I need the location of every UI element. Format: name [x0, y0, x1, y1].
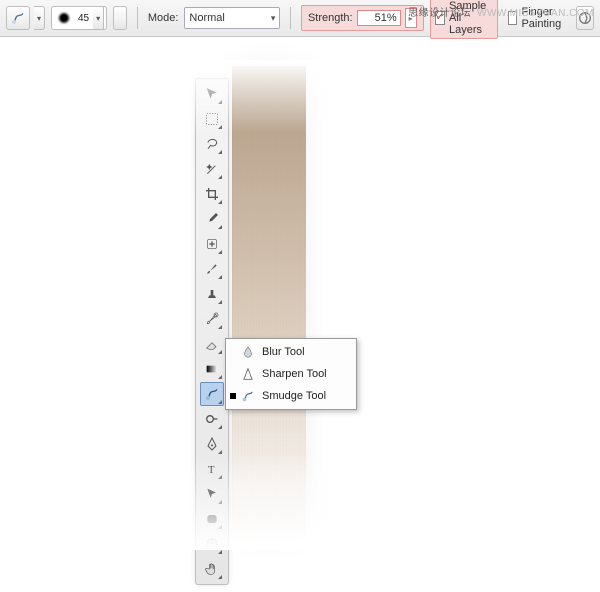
flyout-item-sharpen[interactable]: Sharpen Tool — [226, 363, 356, 385]
blur-icon — [240, 344, 256, 360]
current-tool-smudge-icon[interactable] — [6, 6, 30, 30]
lasso-tool[interactable] — [200, 132, 224, 156]
marquee-tool[interactable] — [200, 107, 224, 131]
mode-select[interactable]: Normal ▾ — [184, 7, 280, 29]
mode-value: Normal — [189, 12, 224, 24]
pen-tool[interactable] — [200, 432, 224, 456]
brush-tip-preview-icon — [54, 8, 74, 28]
type-tool[interactable]: T — [200, 457, 224, 481]
gradient-tool[interactable] — [200, 357, 224, 381]
mode-label: Mode: — [148, 12, 179, 24]
canvas-preview — [232, 66, 306, 536]
hand-tool[interactable] — [200, 557, 224, 581]
brush-size-value: 45 — [74, 13, 93, 24]
healing-brush-tool[interactable] — [200, 232, 224, 256]
svg-text:T: T — [208, 465, 215, 476]
divider — [290, 7, 291, 29]
smudge-icon — [240, 388, 256, 404]
move-tool[interactable] — [200, 82, 224, 106]
crop-tool[interactable] — [200, 182, 224, 206]
smudge-tool[interactable] — [200, 382, 224, 406]
sharpen-icon — [240, 366, 256, 382]
tools-panel: T — [195, 78, 229, 585]
tool-preset-dropdown[interactable]: ▾ — [34, 6, 45, 30]
flyout-label: Blur Tool — [262, 346, 305, 358]
eraser-tool[interactable] — [200, 332, 224, 356]
clone-stamp-tool[interactable] — [200, 282, 224, 306]
flyout-item-blur[interactable]: Blur Tool — [226, 341, 356, 363]
chevron-down-icon: ▾ — [271, 13, 276, 24]
smudge-tool-flyout: Blur Tool Sharpen Tool Smudge Tool — [225, 338, 357, 410]
flyout-label: Smudge Tool — [262, 390, 326, 402]
brush-panel-button[interactable] — [113, 6, 127, 30]
selected-marker — [230, 393, 236, 399]
brush-preset-picker[interactable]: 45 ▾ — [51, 6, 107, 30]
brush-dropdown[interactable]: ▾ — [93, 6, 104, 30]
3d-tool[interactable] — [200, 532, 224, 556]
history-brush-tool[interactable] — [200, 307, 224, 331]
strength-input[interactable] — [357, 10, 401, 26]
strength-label: Strength: — [308, 12, 353, 24]
dodge-tool[interactable] — [200, 407, 224, 431]
shape-tool[interactable] — [200, 507, 224, 531]
path-selection-tool[interactable] — [200, 482, 224, 506]
watermark-text: 思缘设计论坛WWW.MISSYUAN.COM — [408, 4, 594, 19]
eyedropper-tool[interactable] — [200, 207, 224, 231]
brush-tool[interactable] — [200, 257, 224, 281]
magic-wand-tool[interactable] — [200, 157, 224, 181]
strength-group: Strength: ▸ — [301, 5, 424, 31]
flyout-item-smudge[interactable]: Smudge Tool — [226, 385, 356, 407]
divider — [137, 7, 138, 29]
flyout-label: Sharpen Tool — [262, 368, 327, 380]
